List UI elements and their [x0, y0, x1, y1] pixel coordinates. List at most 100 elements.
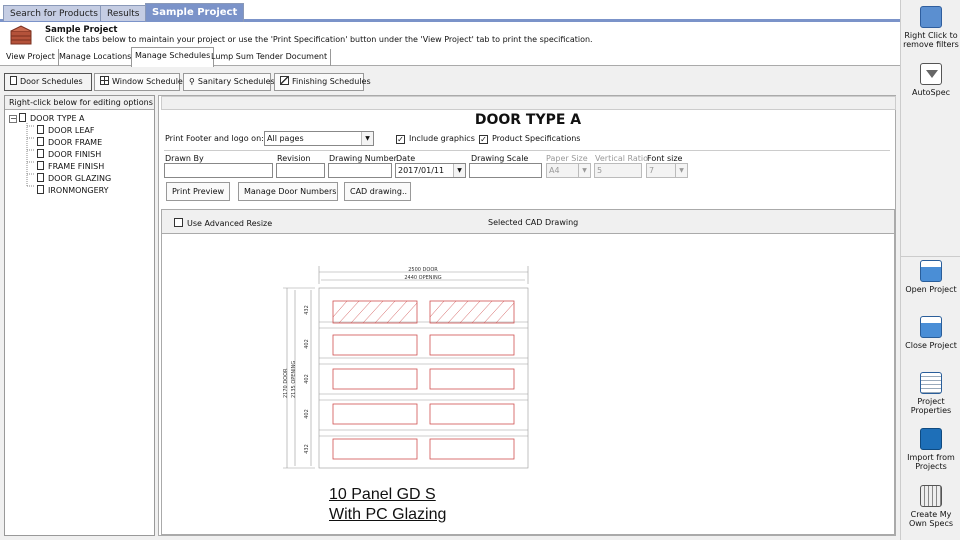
tab-manage-schedules[interactable]: Manage Schedules [131, 47, 215, 67]
dim-door-width: 2500 DOOR [408, 267, 438, 273]
tree-item-door-glazing[interactable]: DOOR GLAZING [37, 173, 111, 185]
open-project-label: Open Project [905, 285, 957, 294]
vertical-ratio-value: 5 [597, 166, 603, 175]
cad-panel-toolbar: Use Advanced Resize Selected CAD Drawing [162, 210, 894, 234]
collapse-icon[interactable]: − [9, 115, 17, 123]
drawing-number-label: Drawing Number [329, 154, 397, 163]
include-graphics-checkbox[interactable]: ✓ Include graphics [396, 134, 475, 144]
window-schedules-button[interactable]: Window Schedules [94, 73, 187, 91]
selected-cad-label: Selected CAD Drawing [488, 218, 579, 227]
window-schedules-label: Window Schedules [112, 77, 188, 86]
keyboard-icon [920, 485, 942, 507]
document-icon [37, 137, 44, 146]
include-graphics-label: Include graphics [409, 134, 475, 143]
tree-item-door-finish[interactable]: DOOR FINISH [37, 149, 101, 161]
divider [901, 256, 960, 257]
vertical-ratio-input: 5 [594, 163, 642, 178]
create-specs-label: Create My Own Specs [908, 510, 954, 528]
tree-panel-header: Right-click below for editing options [5, 96, 154, 110]
garage-door-drawing: 2500 DOOR 2440 OPENING 2170 DOOR 2135 OP… [283, 266, 529, 469]
tree-item-door-frame[interactable]: DOOR FRAME [37, 137, 102, 149]
advanced-resize-label: Use Advanced Resize [187, 219, 273, 228]
tab-lump-sum-tender[interactable]: Lump Sum Tender Document [208, 49, 332, 66]
drawn-by-label: Drawn By [165, 154, 204, 163]
tree-item-label: IRONMONGERY [48, 186, 109, 195]
drawing-scale-label: Drawing Scale [471, 154, 529, 163]
finishing-schedules-button[interactable]: Finishing Schedules [274, 73, 371, 91]
drawn-by-input[interactable] [164, 163, 273, 178]
tab-search-for-products[interactable]: Search for Products [3, 5, 105, 21]
remove-filters-button[interactable]: Right Click to remove filters [901, 6, 960, 49]
tree-item-frame-finish[interactable]: FRAME FINISH [37, 161, 104, 173]
open-project-button[interactable]: Open Project [901, 260, 960, 294]
door-schedules-label: Door Schedules [20, 77, 83, 86]
revision-input[interactable] [276, 163, 325, 178]
sanitary-schedules-button[interactable]: ⚲ Sanitary Schedules [183, 73, 275, 91]
checkbox-checked-icon[interactable]: ✓ [479, 135, 488, 144]
tab-sample-project[interactable]: Sample Project [145, 3, 245, 22]
tab-results[interactable]: Results [100, 5, 147, 21]
date-label: Date [396, 154, 416, 163]
checkbox-checked-icon[interactable]: ✓ [396, 135, 405, 144]
dropdown-arrow-icon[interactable]: ▼ [453, 164, 465, 177]
tab-view-project[interactable]: View Project [3, 49, 59, 66]
print-footer-value: All pages [267, 134, 304, 143]
dim-door-height: 2170 DOOR [283, 368, 289, 398]
remove-filters-label: Right Click to remove filters [903, 31, 959, 49]
autospec-button[interactable]: AutoSpec [901, 63, 960, 97]
tree-item-label: DOOR FRAME [48, 138, 103, 147]
document-icon [37, 125, 44, 134]
advanced-resize-checkbox[interactable]: Use Advanced Resize [174, 218, 272, 228]
drawing-caption-line-2: With PC Glazing [329, 506, 447, 523]
dropdown-arrow-icon[interactable]: ▼ [675, 164, 687, 177]
project-properties-button[interactable]: Project Properties [901, 372, 960, 415]
tree-item-door-leaf[interactable]: DOOR LEAF [37, 125, 94, 137]
date-value: 2017/01/11 [398, 166, 445, 175]
font-size-label: Font size [647, 154, 683, 163]
font-size-select[interactable]: 7 ▼ [646, 163, 688, 178]
dim-panel-2: 402 [304, 339, 310, 349]
close-project-button[interactable]: Close Project [901, 316, 960, 350]
product-specs-checkbox[interactable]: ✓ Product Specifications [479, 134, 580, 144]
date-picker[interactable]: 2017/01/11 ▼ [395, 163, 466, 178]
print-footer-select[interactable]: All pages ▼ [264, 131, 374, 146]
properties-icon [920, 372, 942, 394]
brush-icon [280, 76, 289, 85]
door-schedules-button[interactable]: Door Schedules [4, 73, 92, 91]
revision-label: Revision [277, 154, 311, 163]
manage-door-numbers-button[interactable]: Manage Door Numbers [238, 182, 338, 201]
import-icon [920, 428, 942, 450]
dim-panel-5: 432 [304, 444, 310, 454]
import-projects-button[interactable]: Import from Projects [901, 428, 960, 471]
project-instructions: Click the tabs below to maintain your pr… [45, 35, 593, 44]
project-icon [10, 25, 32, 45]
document-icon [19, 113, 26, 122]
print-footer-label: Print Footer and logo on: [165, 134, 264, 143]
finishing-schedules-label: Finishing Schedules [292, 77, 371, 86]
create-specs-button[interactable]: Create My Own Specs [901, 485, 960, 528]
dropdown-arrow-icon[interactable]: ▼ [361, 132, 373, 145]
door-type-title: DOOR TYPE A [474, 112, 582, 128]
vertical-ratio-label: Vertical Ratio [595, 154, 649, 163]
import-projects-label: Import from Projects [907, 453, 955, 471]
paper-size-select: A4 ▼ [546, 163, 591, 178]
paper-size-value: A4 [549, 166, 560, 175]
drawing-number-input[interactable] [328, 163, 392, 178]
tab-manage-locations[interactable]: Manage Locations [56, 49, 136, 66]
dim-panel-4: 402 [304, 409, 310, 419]
checkbox-unchecked-icon[interactable] [174, 218, 183, 227]
project-header: Sample Project Click the tabs below to m… [0, 22, 900, 46]
dropdown-arrow-icon: ▼ [578, 164, 590, 177]
product-specs-label: Product Specifications [492, 134, 581, 143]
cad-drawing-button[interactable]: CAD drawing.. [344, 182, 411, 201]
door-icon [10, 76, 17, 85]
paper-size-label: Paper Size [546, 154, 588, 163]
dim-opening-height: 2135 OPENING [291, 361, 297, 398]
print-preview-button[interactable]: Print Preview [166, 182, 230, 201]
tree-item-ironmongery[interactable]: IRONMONGERY [37, 185, 109, 197]
schedule-toolbar: Door Schedules Window Schedules ⚲ Sanitar… [0, 67, 900, 93]
tree-root-door-type-a[interactable]: − DOOR TYPE A [9, 113, 85, 125]
drawing-scale-input[interactable] [469, 163, 542, 178]
tree-item-label: FRAME FINISH [48, 162, 105, 171]
divider [164, 150, 890, 151]
